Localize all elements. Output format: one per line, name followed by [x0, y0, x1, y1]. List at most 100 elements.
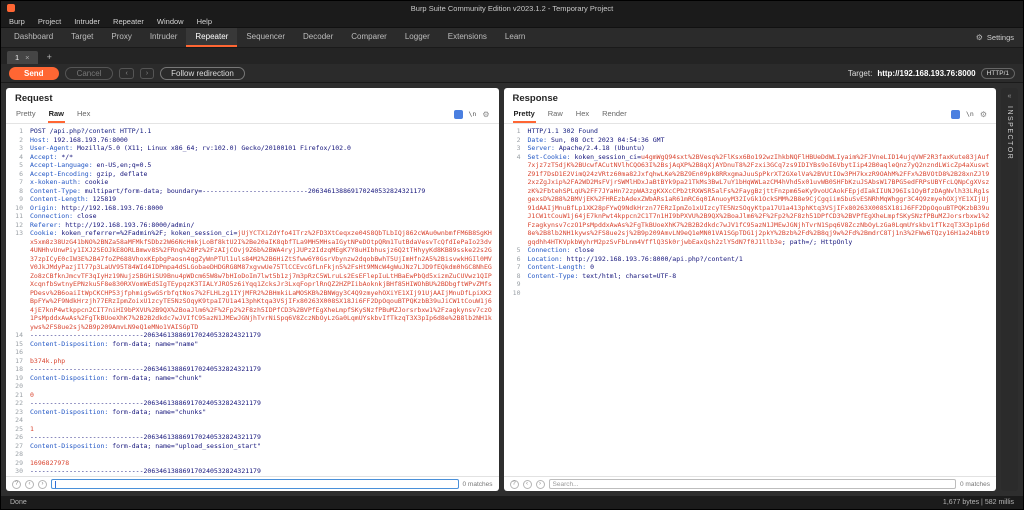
code-line: 10: [512, 288, 521, 297]
text-caret: [55, 481, 56, 488]
add-tab-button[interactable]: +: [41, 52, 58, 64]
code-line: 25 1: [15, 424, 34, 433]
code-line: 29 1696827978: [15, 458, 70, 467]
code-line: 7 x-koken-auth: cookie: [19, 178, 109, 186]
repeater-tab-1[interactable]: 1 ×: [7, 51, 38, 64]
code-line: 14 -----------------------------206346138…: [15, 331, 261, 339]
menu-intruder[interactable]: Intruder: [74, 17, 100, 26]
editor-layout-icon[interactable]: [951, 109, 960, 119]
repeater-toolbar: Send Cancel ‹ › Follow redirection Targe…: [1, 64, 1023, 83]
tab-learn[interactable]: Learn: [496, 28, 534, 47]
code-line: 9: [516, 280, 521, 288]
code-line: 1 HTTP/1.1 302 Found: [516, 127, 598, 135]
code-line: 30 -----------------------------206346138…: [15, 467, 261, 475]
menu-repeater[interactable]: Repeater: [113, 17, 144, 26]
request-tab-hex[interactable]: Hex: [76, 107, 91, 123]
code-line: 18 -----------------------------206346138…: [15, 365, 261, 373]
code-line: 1 POST /api.php?/content HTTP/1.1: [19, 127, 152, 135]
gear-icon[interactable]: ⚙: [482, 110, 489, 119]
inspector-label: INSPECTOR: [1006, 106, 1013, 161]
menu-project[interactable]: Project: [38, 17, 61, 26]
request-search-bar: ? ‹ › 0 matches: [6, 476, 499, 491]
request-match-count: 0 matches: [462, 480, 493, 488]
tab-target[interactable]: Target: [62, 28, 102, 47]
request-tab-icons: \n ⚙: [453, 109, 490, 121]
tab-intruder[interactable]: Intruder: [141, 28, 187, 47]
close-icon[interactable]: ×: [25, 53, 29, 62]
tab-decoder[interactable]: Decoder: [294, 28, 342, 47]
repeater-tab-label: 1: [15, 53, 20, 62]
response-search-bar: ? ‹ › 0 matches: [503, 476, 996, 491]
window-title: Burp Suite Community Edition v2023.1.2 -…: [410, 3, 614, 13]
code-line: 22 -----------------------------206346138…: [15, 399, 261, 407]
request-search-input[interactable]: [51, 479, 459, 489]
tab-extensions[interactable]: Extensions: [439, 28, 496, 47]
send-button[interactable]: Send: [9, 66, 59, 80]
burp-logo-icon: [7, 4, 15, 12]
response-tab-pretty[interactable]: Pretty: [512, 107, 536, 123]
response-search-wrap: [548, 479, 956, 489]
newline-toggle-icon[interactable]: \n: [469, 110, 477, 118]
menu-help[interactable]: Help: [197, 17, 212, 26]
settings-button[interactable]: ⚙ Settings: [976, 28, 1023, 47]
code-line: 11 Connection: close: [15, 212, 97, 220]
code-line: 2 Date: Sun, 08 Oct 2023 04:54:36 GMT: [516, 135, 665, 144]
gear-icon: ⚙: [975, 33, 983, 42]
code-line: 6 Location: http://192.168.193.76:8000/ap…: [516, 254, 743, 263]
response-tab-hex[interactable]: Hex: [575, 107, 590, 123]
tab-sequencer[interactable]: Sequencer: [237, 28, 294, 47]
code-line: 13 Cookie: koken_referrer=%2Fadmin%2F; ko…: [15, 229, 492, 331]
inspector-sidebar[interactable]: « INSPECTOR: [1001, 88, 1018, 491]
repeater-tab-bar: 1 × +: [1, 48, 1023, 64]
history-forward-button[interactable]: ›: [139, 67, 155, 79]
request-editor[interactable]: 1 POST /api.php?/content HTTP/1.1 2 Host: 1…: [6, 124, 499, 476]
search-settings-icon[interactable]: ?: [12, 479, 21, 489]
tab-dashboard[interactable]: Dashboard: [5, 28, 62, 47]
request-tab-raw[interactable]: Raw: [47, 107, 66, 123]
code-line: 20: [15, 382, 23, 390]
follow-redirection-button[interactable]: Follow redirection: [160, 66, 245, 80]
menu-window[interactable]: Window: [157, 17, 184, 26]
response-search-input[interactable]: [548, 479, 956, 489]
request-panel: Request Pretty Raw Hex \n ⚙ 1 POST /api.p…: [6, 88, 499, 491]
collapse-icon[interactable]: «: [1008, 93, 1012, 100]
history-back-button[interactable]: ‹: [119, 67, 134, 79]
code-line: 10 Origin: http://192.168.193.76:8000: [15, 203, 164, 212]
code-line: 16: [15, 348, 23, 356]
code-line: 21 0: [15, 390, 34, 399]
code-line: 15 Content-Disposition: form-data; name="…: [15, 339, 199, 348]
prev-match-icon[interactable]: ‹: [522, 479, 532, 489]
menu-bar: Burp Project Intruder Repeater Window He…: [1, 15, 1023, 28]
cancel-button[interactable]: Cancel: [64, 66, 114, 80]
tab-logger[interactable]: Logger: [396, 28, 439, 47]
tab-comparer[interactable]: Comparer: [342, 28, 396, 47]
status-metrics: 1,677 bytes | 582 millis: [942, 499, 1014, 506]
editor-layout-icon[interactable]: [453, 109, 463, 119]
next-match-icon[interactable]: ›: [535, 479, 545, 489]
next-match-icon[interactable]: ›: [38, 479, 47, 489]
burp-window: Burp Suite Community Edition v2023.1.2 -…: [0, 0, 1024, 510]
code-line: 4 Accept: */*: [19, 152, 74, 161]
request-tab-pretty[interactable]: Pretty: [15, 107, 37, 123]
response-viewer: 1 HTTP/1.1 302 Found 2 Date: Sun, 08 Oct 20…: [504, 124, 997, 476]
status-done: Done: [10, 499, 27, 506]
prev-match-icon[interactable]: ‹: [25, 479, 34, 489]
http-version-badge[interactable]: HTTP/1: [980, 67, 1015, 79]
response-tab-render[interactable]: Render: [601, 107, 628, 123]
code-line: 28: [15, 450, 23, 458]
newline-toggle-icon[interactable]: \n: [966, 110, 974, 118]
code-line: 7 Content-Length: 0: [516, 263, 595, 271]
code-line: 24: [15, 416, 23, 424]
gear-icon[interactable]: ⚙: [980, 110, 987, 119]
content-area: Request Pretty Raw Hex \n ⚙ 1 POST /api.p…: [1, 83, 1023, 496]
code-line: 12 Referer: http://192.168.193.76:8000/ad…: [15, 220, 195, 229]
target-value[interactable]: http://192.168.193.76:8000: [877, 69, 975, 78]
response-panel: Response Pretty Raw Hex Render \n ⚙ 1 HTT…: [503, 88, 997, 491]
tab-repeater[interactable]: Repeater: [186, 28, 238, 47]
response-tab-raw[interactable]: Raw: [547, 107, 564, 123]
menu-burp[interactable]: Burp: [9, 17, 25, 26]
request-panel-title: Request: [15, 93, 53, 104]
search-settings-icon[interactable]: ?: [509, 479, 519, 489]
tab-proxy[interactable]: Proxy: [102, 28, 140, 47]
code-line: 8 Content-Type: text/html; charset=UTF-8: [516, 271, 677, 280]
